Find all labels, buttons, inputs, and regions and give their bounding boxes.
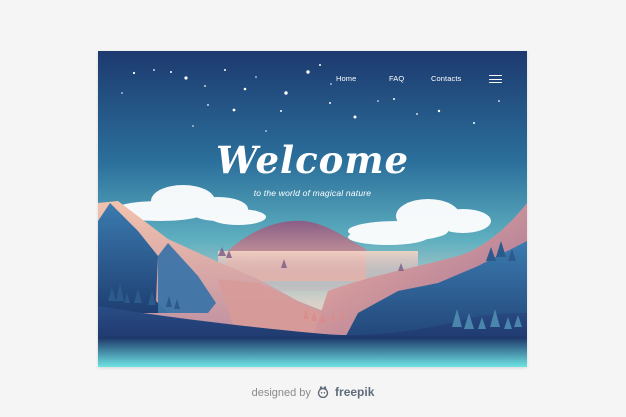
attribution: designed by freepik	[0, 385, 626, 401]
landing-page-card: Home FAQ Contacts Welcome to the world o…	[98, 51, 527, 367]
hero-subtitle: to the world of magical nature	[253, 188, 372, 198]
landscape-illustration	[98, 51, 527, 367]
nav-link-home[interactable]: Home	[336, 74, 356, 83]
nav-link-contacts[interactable]: Contacts	[431, 74, 461, 83]
top-navigation: Home FAQ Contacts	[98, 74, 527, 88]
freepik-logo-icon	[317, 385, 329, 401]
lake-glow	[98, 337, 527, 367]
hamburger-menu-icon[interactable]	[489, 75, 502, 84]
hero-title: Welcome	[215, 138, 410, 182]
brand-name: freepik	[335, 385, 375, 399]
nav-link-faq[interactable]: FAQ	[389, 74, 404, 83]
credit-prefix: designed by	[251, 387, 311, 399]
page: Home FAQ Contacts Welcome to the world o…	[0, 0, 626, 417]
